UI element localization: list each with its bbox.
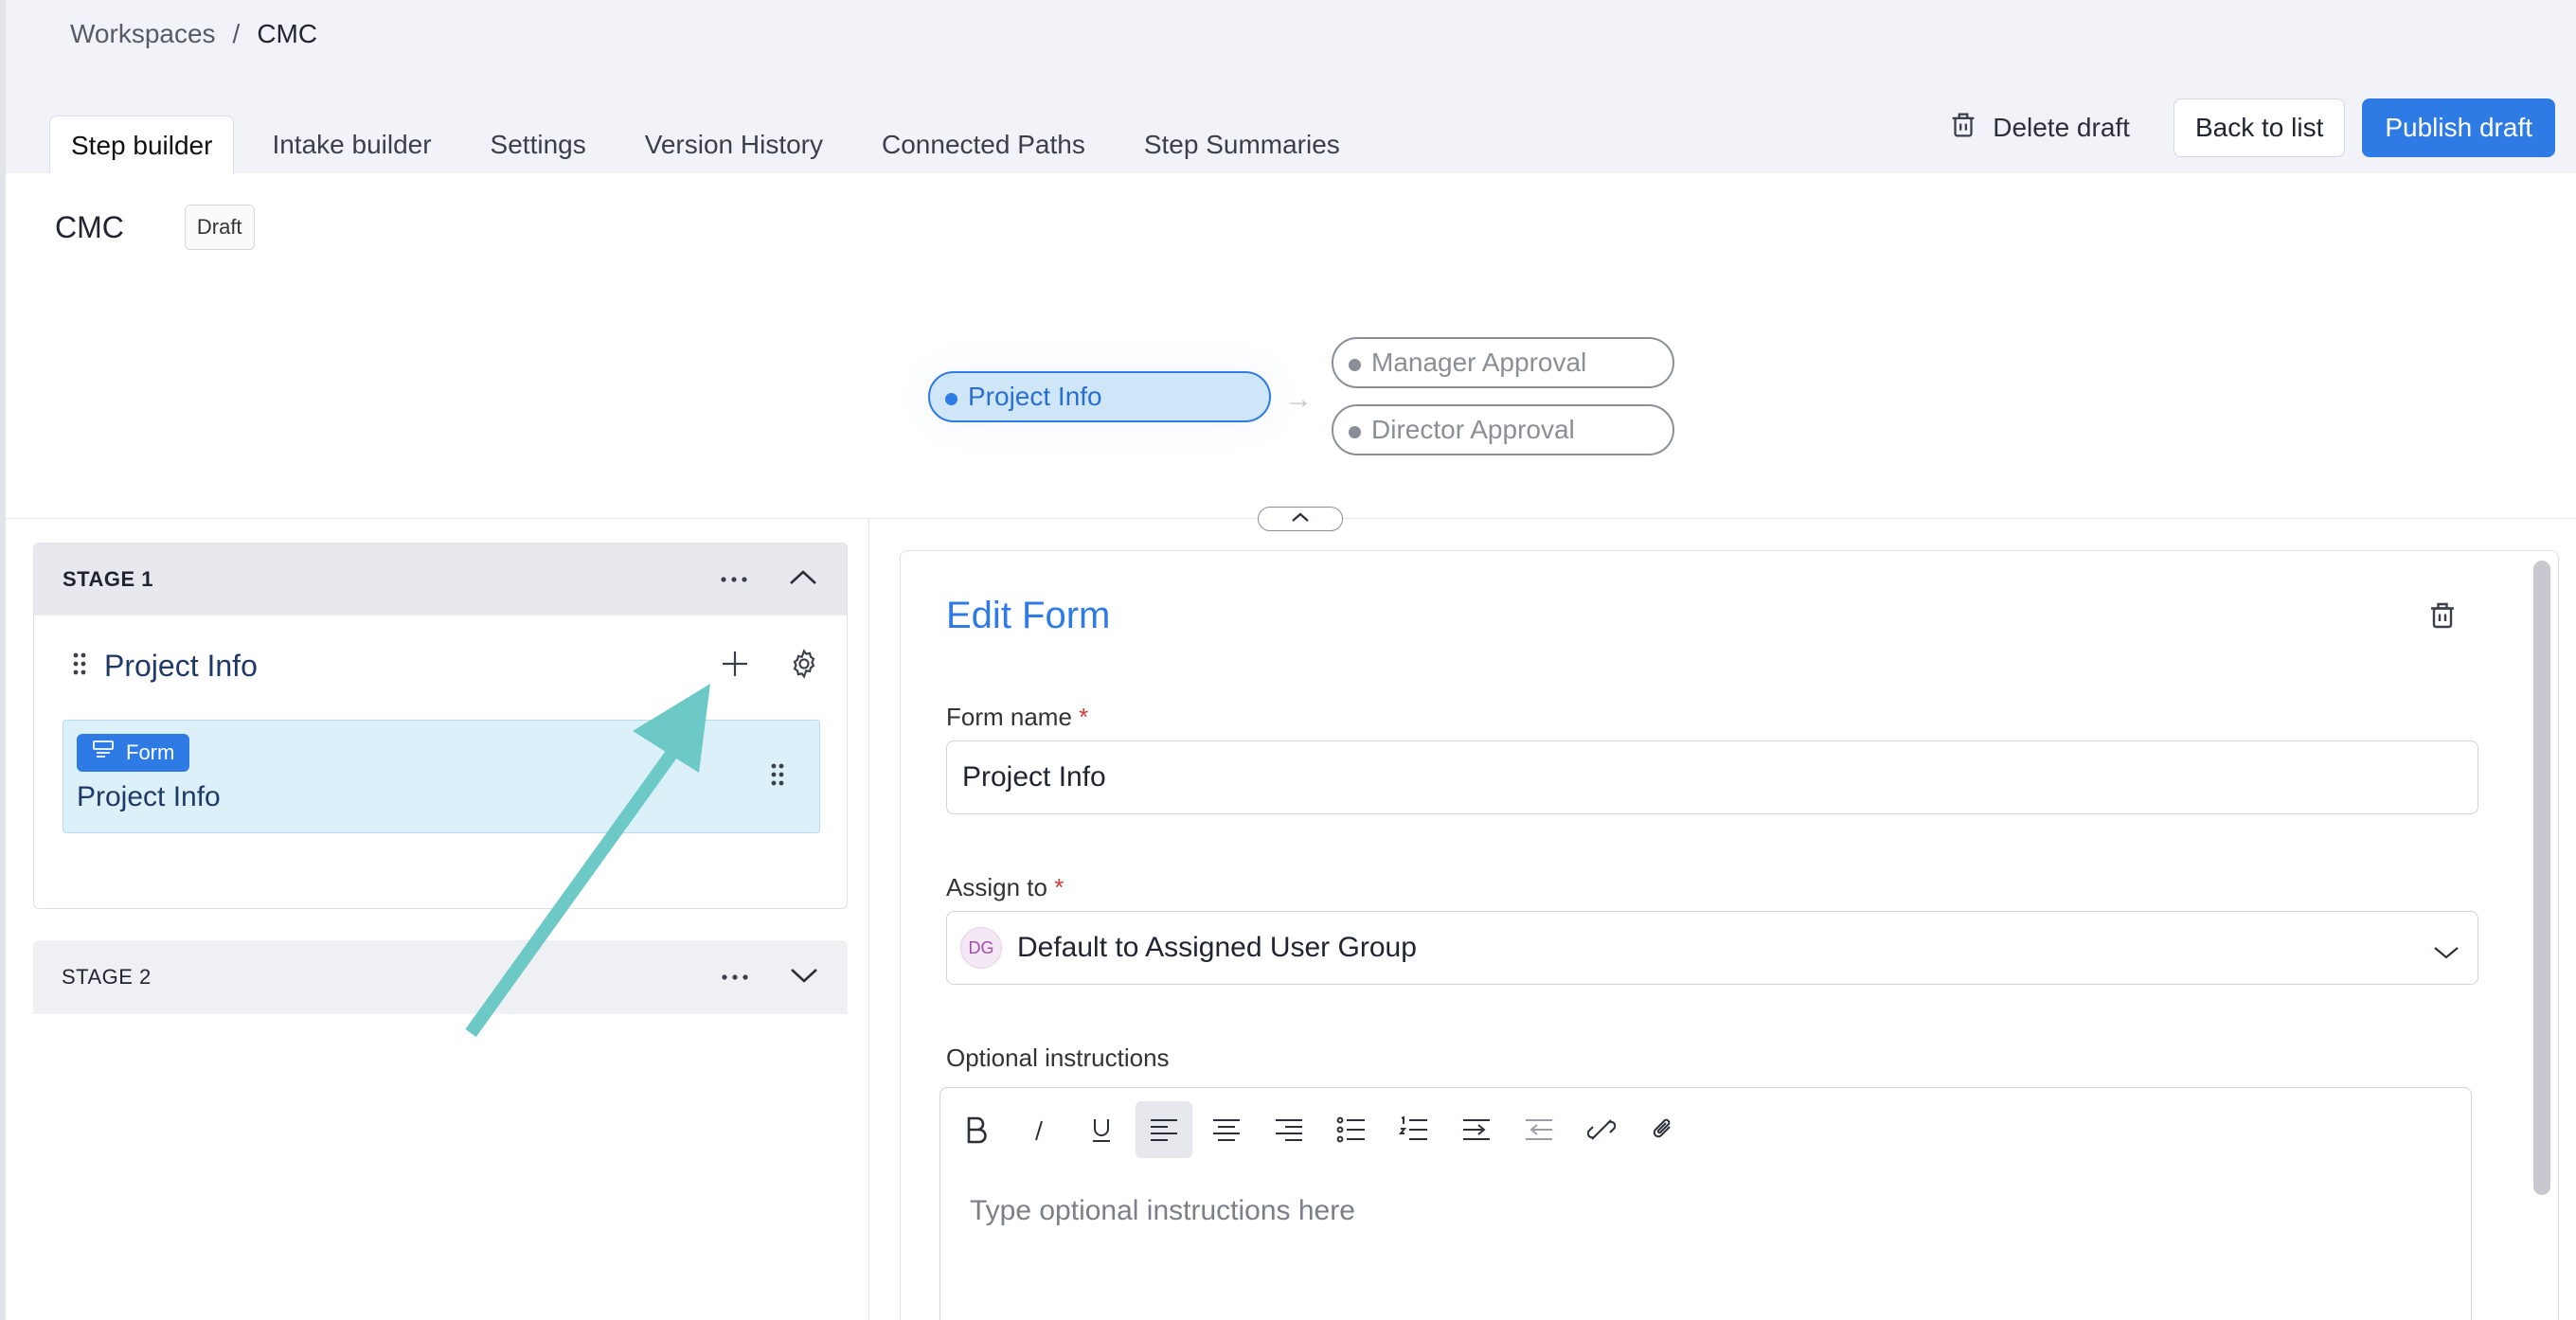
instructions-label: Optional instructions (946, 1044, 1170, 1072)
avatar: DG (960, 927, 1002, 969)
chevron-up-icon (1288, 509, 1313, 529)
trash-icon (1947, 109, 1979, 148)
assign-to-label: Assign to * (946, 873, 1064, 901)
form-name-input[interactable]: Project Info (946, 740, 2478, 814)
tab-intake-builder[interactable]: Intake builder (251, 116, 452, 174)
tab-version-history[interactable]: Version History (624, 116, 844, 174)
stage-2-panel: STAGE 2 (33, 940, 848, 1014)
drag-handle-icon[interactable] (770, 762, 785, 792)
flow-arrow-icon: → (1284, 384, 1313, 415)
tab-bar: Step builder Intake builder Settings Ver… (49, 116, 1378, 174)
underline-icon[interactable] (1073, 1101, 1130, 1158)
form-icon (92, 740, 115, 766)
step-name[interactable]: Project Info (104, 649, 258, 684)
stage-1-panel: STAGE 1 Project Info Form Project Info (33, 543, 848, 909)
publish-draft-button[interactable]: Publish draft (2362, 98, 2555, 157)
required-mark: * (1079, 703, 1089, 731)
node-dot-icon (1349, 359, 1361, 371)
chevron-down-icon (2432, 936, 2460, 969)
flow-node-label: Project Info (968, 382, 1102, 411)
flow-node-project-info[interactable]: Project Info (928, 371, 1271, 422)
flow-node-manager-approval[interactable]: Manager Approval (1332, 337, 1674, 388)
collapse-diagram-button[interactable] (1258, 507, 1343, 531)
chevron-down-icon[interactable] (789, 966, 819, 990)
stage-label: STAGE 1 (63, 567, 154, 591)
editor-toolbar (948, 1101, 1692, 1158)
stage-label: STAGE 2 (62, 965, 152, 989)
tab-settings[interactable]: Settings (470, 116, 607, 174)
header-actions: Delete draft Back to list Publish draft (1921, 98, 2555, 157)
scrollbar[interactable] (2533, 561, 2550, 1320)
flow-node-label: Manager Approval (1371, 348, 1587, 377)
align-right-icon[interactable] (1261, 1101, 1317, 1158)
trash-icon[interactable] (2425, 598, 2460, 637)
breadcrumb-current: CMC (257, 19, 318, 48)
gear-icon[interactable] (788, 648, 820, 685)
tab-connected-paths[interactable]: Connected Paths (861, 116, 1106, 174)
breadcrumb-workspaces[interactable]: Workspaces (70, 19, 216, 49)
instructions-placeholder[interactable]: Type optional instructions here (970, 1195, 1355, 1227)
plus-icon[interactable] (720, 649, 750, 684)
node-dot-icon (945, 393, 957, 405)
numbered-list-icon[interactable] (1386, 1101, 1442, 1158)
flow-node-director-approval[interactable]: Director Approval (1332, 404, 1674, 455)
more-options-icon[interactable] (721, 969, 749, 986)
step-row: Project Info (72, 648, 820, 685)
align-center-icon[interactable] (1198, 1101, 1255, 1158)
attachment-icon[interactable] (1636, 1101, 1692, 1158)
delete-draft-button[interactable]: Delete draft (1921, 98, 2156, 157)
bold-icon[interactable] (948, 1101, 1005, 1158)
form-card-title: Project Info (77, 781, 221, 812)
delete-draft-label: Delete draft (1993, 113, 2130, 142)
breadcrumb-separator: / (232, 19, 241, 48)
align-left-icon[interactable] (1136, 1101, 1192, 1158)
panel-divider (868, 519, 869, 1320)
italic-icon[interactable] (1011, 1101, 1067, 1158)
indent-icon[interactable] (1448, 1101, 1505, 1158)
scrollbar-thumb[interactable] (2533, 561, 2550, 1195)
back-to-list-button[interactable]: Back to list (2173, 98, 2346, 157)
more-options-icon[interactable] (720, 571, 748, 588)
stage-2-header[interactable]: STAGE 2 (33, 940, 848, 1014)
status-badge: Draft (184, 205, 255, 250)
unlink-icon[interactable] (1573, 1101, 1630, 1158)
assign-to-value: Default to Assigned User Group (1017, 932, 1417, 963)
top-bar: Workspaces / CMC Step builder Intake bui… (0, 0, 2576, 174)
tab-step-summaries[interactable]: Step Summaries (1123, 116, 1361, 174)
chevron-up-icon[interactable] (788, 568, 818, 592)
breadcrumb: Workspaces / CMC (70, 19, 317, 49)
panel-title: Edit Form (946, 595, 1111, 636)
form-card[interactable]: Form Project Info (63, 720, 820, 833)
flow-node-label: Director Approval (1371, 415, 1575, 444)
bullet-list-icon[interactable] (1323, 1101, 1380, 1158)
outdent-icon[interactable] (1511, 1101, 1567, 1158)
drag-handle-icon[interactable] (72, 649, 87, 684)
stage-1-header[interactable]: STAGE 1 (34, 544, 847, 615)
assign-to-select[interactable]: DG Default to Assigned User Group (946, 911, 2478, 985)
page-title-row: CMC Draft (55, 205, 255, 250)
form-type-chip: Form (77, 734, 190, 772)
form-name-label: Form name * (946, 703, 1089, 731)
required-mark: * (1054, 873, 1064, 901)
tab-step-builder[interactable]: Step builder (49, 116, 235, 174)
page-title: CMC (55, 209, 124, 244)
form-chip-label: Form (126, 740, 175, 764)
node-dot-icon (1349, 426, 1361, 438)
